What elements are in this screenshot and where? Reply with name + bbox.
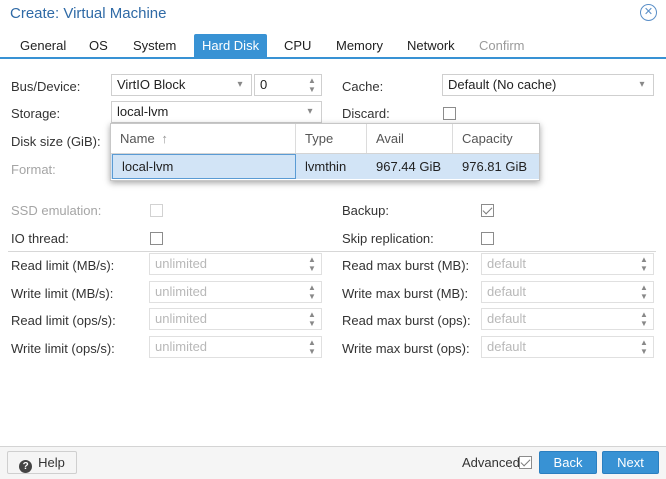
io-thread-label: IO thread: [11, 231, 69, 246]
section-divider [8, 251, 656, 252]
column-header-type[interactable]: Type [296, 124, 367, 153]
storage-label: Storage: [11, 106, 61, 121]
close-icon[interactable]: ✕ [640, 4, 657, 21]
skip-replication-checkbox[interactable] [481, 232, 494, 245]
storage-picker-dropdown: Name ↑ Type Avail Capacity local-lvm lvm… [110, 123, 540, 181]
tab-general[interactable]: General [12, 34, 74, 57]
tab-confirm: Confirm [479, 38, 525, 53]
help-icon: ? [19, 460, 33, 473]
chevron-down-icon: ▾ [237, 79, 243, 90]
read-max-burst-mb-input[interactable]: default ▲ ▼ [481, 253, 654, 275]
advanced-label: Advanced [462, 455, 520, 470]
advanced-checkbox[interactable] [519, 456, 532, 469]
placeholder-text: default [487, 284, 527, 299]
discard-label: Discard: [342, 106, 390, 121]
cache-select[interactable]: Default (No cache) ▾ [442, 74, 654, 96]
bus-select-value: VirtIO Block [117, 77, 186, 92]
storage-row-type: lvmthin [305, 159, 347, 174]
tab-hard-disk[interactable]: Hard Disk [194, 34, 268, 57]
spinner-arrows-icon[interactable]: ▲ ▼ [638, 338, 650, 356]
read-max-burst-mb-label: Read max burst (MB): [342, 258, 470, 273]
bus-device-label: Bus/Device: [11, 79, 81, 94]
tab-network[interactable]: Network [399, 34, 463, 57]
tab-cpu[interactable]: CPU [276, 34, 319, 57]
tab-system[interactable]: System [125, 34, 184, 57]
storage-select[interactable]: local-lvm ▾ [111, 101, 322, 123]
device-number-value: 0 [260, 77, 268, 92]
disk-size-label: Disk size (GiB): [11, 134, 101, 149]
spinner-arrows-icon[interactable]: ▲ ▼ [306, 76, 318, 94]
help-button-label: Help [38, 455, 65, 470]
column-header-capacity[interactable]: Capacity [453, 124, 539, 153]
read-limit-mbs-label: Read limit (MB/s): [11, 258, 115, 273]
ssd-emulation-label: SSD emulation: [11, 203, 102, 218]
hard-disk-panel: Bus/Device: VirtIO Block ▾ 0 ▲ ▼ Cache: D… [0, 61, 666, 446]
read-max-burst-ops-input[interactable]: default ▲ ▼ [481, 308, 654, 330]
write-max-burst-ops-label: Write max burst (ops): [342, 341, 470, 356]
placeholder-text: unlimited [155, 339, 208, 354]
backup-checkbox[interactable] [481, 204, 494, 217]
next-button[interactable]: Next [602, 451, 659, 474]
window-title: Create: Virtual Machine [10, 5, 167, 22]
skip-replication-label: Skip replication: [342, 231, 434, 246]
spinner-arrows-icon[interactable]: ▲ ▼ [638, 255, 650, 273]
read-limit-ops-label: Read limit (ops/s): [11, 313, 116, 328]
read-max-burst-ops-label: Read max burst (ops): [342, 313, 471, 328]
storage-row[interactable]: local-lvm lvmthin 967.44 GiB 976.81 GiB [111, 154, 539, 179]
cache-label: Cache: [342, 79, 384, 94]
storage-row-capacity: 976.81 GiB [462, 159, 528, 174]
column-header-name-label: Name [120, 131, 155, 146]
placeholder-text: unlimited [155, 311, 208, 326]
tab-memory[interactable]: Memory [328, 34, 391, 57]
write-max-burst-mb-label: Write max burst (MB): [342, 286, 469, 301]
column-header-avail[interactable]: Avail [367, 124, 453, 153]
write-limit-ops-label: Write limit (ops/s): [11, 341, 115, 356]
placeholder-text: default [487, 311, 527, 326]
discard-checkbox[interactable] [443, 107, 456, 120]
read-limit-ops-input[interactable]: unlimited ▲ ▼ [149, 308, 322, 330]
write-limit-mbs-label: Write limit (MB/s): [11, 286, 114, 301]
write-limit-ops-input[interactable]: unlimited ▲ ▼ [149, 336, 322, 358]
cache-select-value: Default (No cache) [448, 77, 557, 92]
placeholder-text: default [487, 339, 527, 354]
device-number-input[interactable]: 0 ▲ ▼ [254, 74, 322, 96]
spinner-arrows-icon[interactable]: ▲ ▼ [306, 338, 318, 356]
spinner-arrows-icon[interactable]: ▲ ▼ [638, 310, 650, 328]
storage-row-avail: 967.44 GiB [376, 159, 442, 174]
wizard-tabs: General OS System Hard Disk CPU Memory N… [0, 32, 666, 59]
back-button[interactable]: Back [539, 451, 597, 474]
spinner-arrows-icon[interactable]: ▲ ▼ [306, 283, 318, 301]
io-thread-checkbox[interactable] [150, 232, 163, 245]
storage-row-name: local-lvm [112, 154, 296, 179]
spinner-arrows-icon[interactable]: ▲ ▼ [306, 255, 318, 273]
format-label: Format: [11, 162, 56, 177]
write-max-burst-mb-input[interactable]: default ▲ ▼ [481, 281, 654, 303]
write-max-burst-ops-input[interactable]: default ▲ ▼ [481, 336, 654, 358]
write-limit-mbs-input[interactable]: unlimited ▲ ▼ [149, 281, 322, 303]
placeholder-text: default [487, 256, 527, 271]
read-limit-mbs-input[interactable]: unlimited ▲ ▼ [149, 253, 322, 275]
help-button[interactable]: ? Help [7, 451, 77, 474]
bus-select[interactable]: VirtIO Block ▾ [111, 74, 252, 96]
spinner-arrows-icon[interactable]: ▲ ▼ [306, 310, 318, 328]
spinner-arrows-icon[interactable]: ▲ ▼ [638, 283, 650, 301]
backup-label: Backup: [342, 203, 389, 218]
column-header-name[interactable]: Name ↑ [111, 124, 296, 153]
storage-select-value: local-lvm [117, 104, 169, 119]
window-titlebar: Create: Virtual Machine ✕ [0, 0, 666, 28]
chevron-down-icon: ▾ [639, 79, 645, 90]
placeholder-text: unlimited [155, 284, 208, 299]
tab-os[interactable]: OS [81, 34, 116, 57]
storage-picker-header: Name ↑ Type Avail Capacity [111, 124, 539, 154]
sort-ascending-icon: ↑ [161, 131, 168, 146]
chevron-down-icon: ▾ [307, 106, 313, 117]
dialog-footer: ? Help Advanced Back Next [0, 446, 666, 479]
ssd-emulation-checkbox [150, 204, 163, 217]
placeholder-text: unlimited [155, 256, 208, 271]
